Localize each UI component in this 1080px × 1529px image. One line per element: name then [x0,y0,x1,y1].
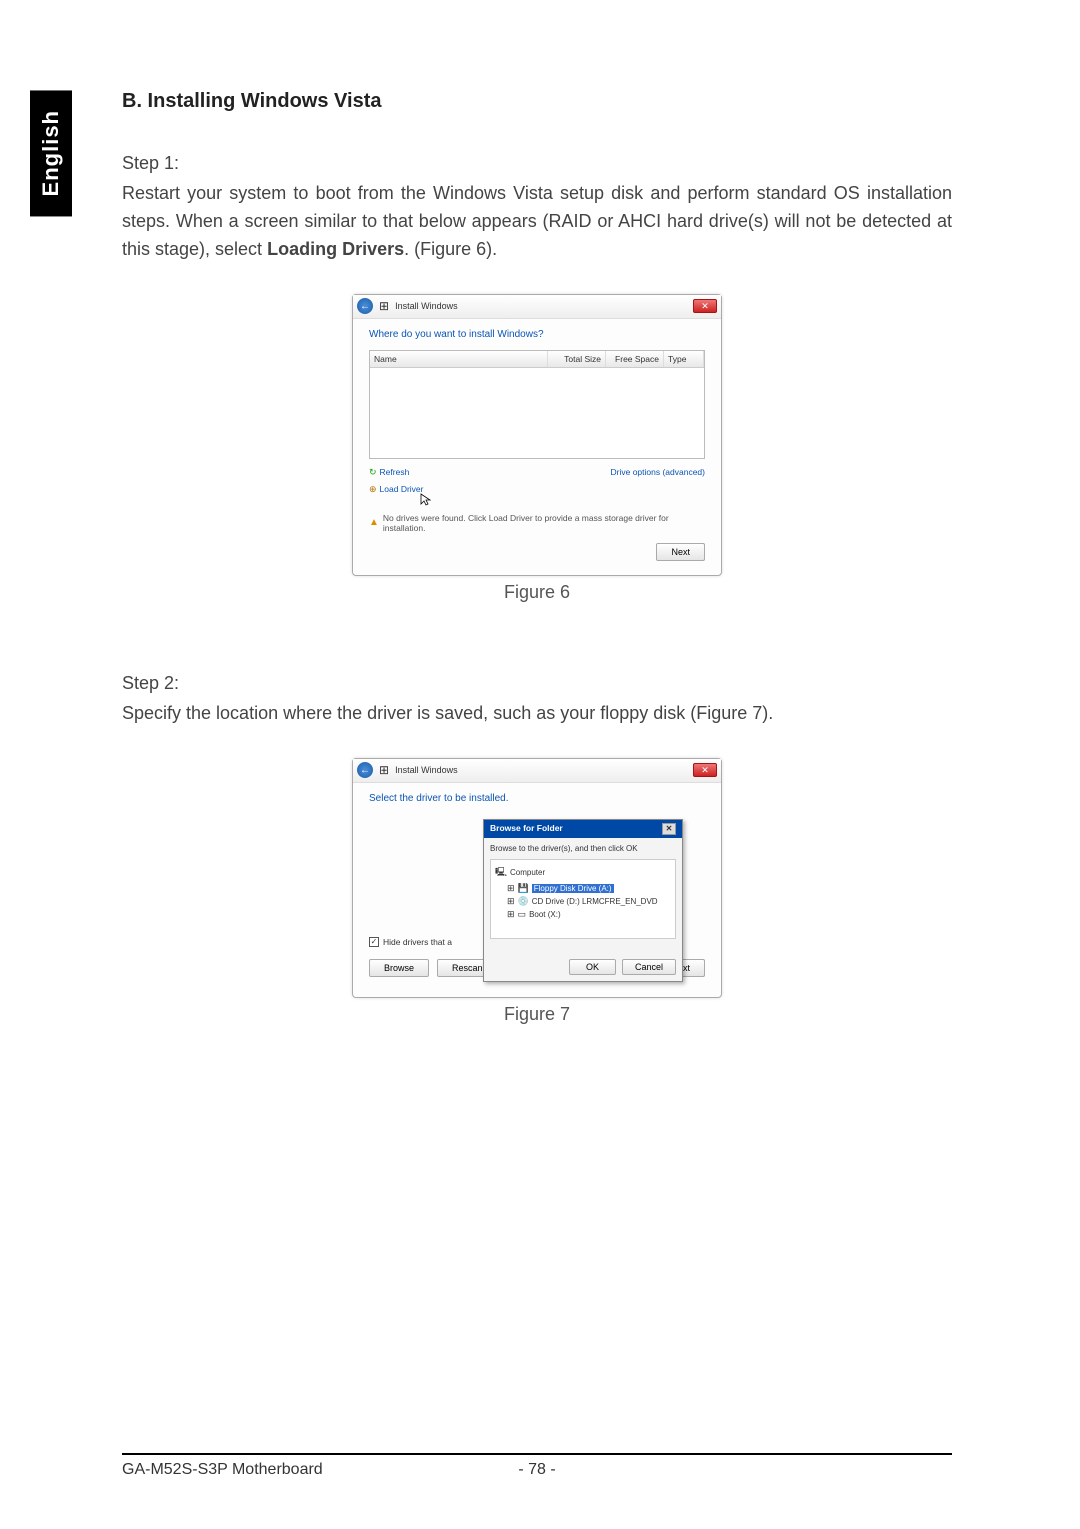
footer-model: GA-M52S-S3P Motherboard [122,1461,518,1479]
col-free-space[interactable]: Free Space [606,351,664,367]
refresh-link[interactable]: ↻Refresh [369,467,409,478]
load-driver-icon: ⊕ [369,484,377,494]
cd-icon: 💿 [518,896,529,907]
step1-text-bold: Loading Drivers [267,239,404,259]
step1-text-pre: Restart your system to boot from the Win… [122,183,952,259]
table-header: Name Total Size Free Space Type [370,351,704,368]
tree-item-floppy[interactable]: ⊞ 💾 Floppy Disk Drive (A:) [495,882,671,895]
install-windows-dialog-1: ← ⊞ Install Windows ✕ Where do you want … [352,294,722,576]
col-type[interactable]: Type [664,351,704,367]
install-windows-dialog-2: ← ⊞ Install Windows ✕ Select the driver … [352,758,722,998]
install-heading: Where do you want to install Windows? [369,329,705,340]
select-driver-heading: Select the driver to be installed. [369,793,705,804]
cursor-icon [419,493,433,507]
page-content: B. Installing Windows Vista Step 1: Rest… [122,90,952,1065]
refresh-text: Refresh [380,467,410,477]
tree-root-label: Computer [510,868,545,877]
tree-root[interactable]: 🖳 Computer [495,864,671,882]
tree-item-0-label: Floppy Disk Drive (A:) [532,884,614,893]
tree-item-boot[interactable]: ⊞ ▭ Boot (X:) [495,908,671,921]
hide-drivers-label: Hide drivers that a [383,937,452,947]
browse-instruction: Browse to the driver(s), and then click … [490,844,676,853]
load-driver-link[interactable]: ⊕Load Driver [369,484,423,495]
browse-dialog-titlebar: Browse for Folder ✕ [484,820,682,838]
section-heading: B. Installing Windows Vista [122,90,952,113]
windows-logo-icon: ⊞ [379,299,389,313]
expand-icon[interactable]: ⊞ [507,883,515,894]
computer-icon: 🖳 [495,865,507,881]
browse-dialog-title: Browse for Folder [490,823,563,835]
close-icon[interactable]: ✕ [693,299,717,313]
close-icon[interactable]: ✕ [693,763,717,777]
ok-button[interactable]: OK [569,959,616,975]
figure6-wrap: ← ⊞ Install Windows ✕ Where do you want … [122,294,952,603]
checkbox-icon[interactable]: ✓ [369,937,379,947]
figure7-wrap: ← ⊞ Install Windows ✕ Select the driver … [122,758,952,1025]
col-total-size[interactable]: Total Size [548,351,606,367]
drive-options-link[interactable]: Drive options (advanced) [611,467,706,478]
titlebar: ← ⊞ Install Windows ✕ [353,295,721,319]
browse-button[interactable]: Browse [369,959,429,977]
cancel-button[interactable]: Cancel [622,959,676,975]
window-title: Install Windows [395,765,458,775]
back-icon[interactable]: ← [357,762,373,778]
figure7-caption: Figure 7 [504,1004,570,1025]
windows-logo-icon: ⊞ [379,763,389,777]
folder-tree[interactable]: 🖳 Computer ⊞ 💾 Floppy Disk Drive (A:) ⊞ … [490,859,676,939]
floppy-icon: 💾 [518,883,529,894]
table-body-empty [370,368,704,458]
step1-label: Step 1: [122,153,952,174]
page-footer: GA-M52S-S3P Motherboard - 78 - [122,1453,952,1479]
back-icon[interactable]: ← [357,298,373,314]
next-button[interactable]: Next [656,543,705,561]
expand-icon[interactable]: ⊞ [507,909,515,920]
window-title: Install Windows [395,301,458,311]
expand-icon[interactable]: ⊞ [507,896,515,907]
step1-body: Restart your system to boot from the Win… [122,180,952,264]
col-name[interactable]: Name [370,351,548,367]
load-driver-text: Load Driver [380,484,424,494]
titlebar: ← ⊞ Install Windows ✕ [353,759,721,783]
tree-item-1-label: CD Drive (D:) LRMCFRE_EN_DVD [532,897,658,906]
dialog-close-icon[interactable]: ✕ [662,823,676,835]
warning-icon: ▲ [369,517,379,528]
hide-drivers-row[interactable]: ✓ Hide drivers that a [369,937,452,947]
drive-icon: ▭ [518,909,527,920]
disk-table: Name Total Size Free Space Type [369,350,705,459]
footer-page: - 78 - [518,1461,555,1479]
step2-label: Step 2: [122,673,952,694]
figure6-caption: Figure 6 [504,582,570,603]
warning-text: No drives were found. Click Load Driver … [383,513,705,533]
step1-text-post: . (Figure 6). [404,239,497,259]
tree-item-2-label: Boot (X:) [529,910,561,919]
refresh-icon: ↻ [369,467,377,477]
browse-for-folder-dialog: Browse for Folder ✕ Browse to the driver… [483,819,683,982]
step2-body: Specify the location where the driver is… [122,700,952,728]
language-tab: English [30,90,72,216]
tree-item-cd[interactable]: ⊞ 💿 CD Drive (D:) LRMCFRE_EN_DVD [495,895,671,908]
